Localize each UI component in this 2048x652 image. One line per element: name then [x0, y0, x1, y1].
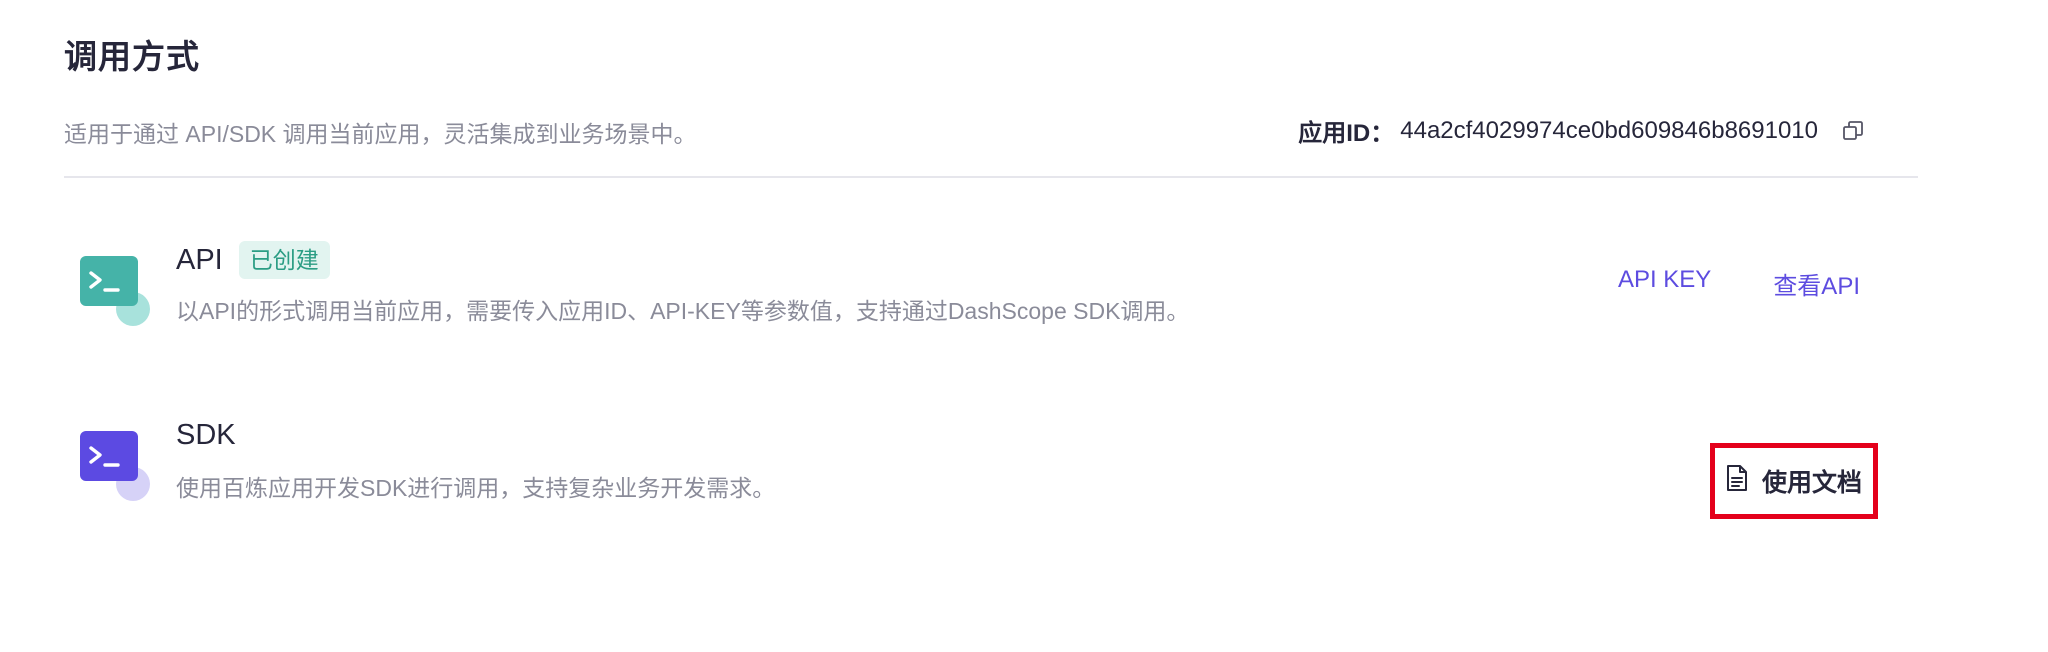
document-icon: [1726, 464, 1748, 499]
sdk-row: SDK 使用百炼应用开发SDK进行调用，支持复杂业务开发需求。: [78, 415, 1878, 525]
app-id-display: 应用ID： 44a2cf4029974ce0bd609846b8691010: [1298, 113, 1864, 148]
usage-docs-button[interactable]: 使用文档: [1710, 443, 1878, 519]
call-method-panel: 调用方式 适用于通过 API/SDK 调用当前应用，灵活集成到业务场景中。 应用…: [0, 0, 2048, 652]
api-row-actions: API KEY 查看API: [1618, 266, 1860, 301]
terminal-icon: [78, 429, 150, 501]
sdk-row-title: SDK: [176, 418, 236, 451]
status-badge: 已创建: [238, 241, 330, 279]
usage-docs-label: 使用文档: [1761, 469, 1862, 497]
api-key-button[interactable]: API KEY: [1618, 266, 1711, 301]
view-api-button[interactable]: 查看API: [1773, 266, 1860, 301]
api-row-body: API 已创建 以API的形式调用当前应用，需要传入应用ID、API-KEY等参…: [176, 240, 1189, 326]
sdk-row-body: SDK 使用百炼应用开发SDK进行调用，支持复杂业务开发需求。: [176, 415, 775, 503]
section-title: 调用方式: [64, 38, 200, 75]
app-id-value: 44a2cf4029974ce0bd609846b8691010: [1400, 116, 1818, 144]
api-row: API 已创建 以API的形式调用当前应用，需要传入应用ID、API-KEY等参…: [78, 240, 1878, 340]
terminal-icon: [78, 254, 150, 326]
sdk-row-description: 使用百炼应用开发SDK进行调用，支持复杂业务开发需求。: [176, 475, 776, 501]
api-row-title: API: [176, 243, 223, 276]
api-row-description: 以API的形式调用当前应用，需要传入应用ID、API-KEY等参数值，支持通过D…: [176, 298, 1190, 324]
section-description: 适用于通过 API/SDK 调用当前应用，灵活集成到业务场景中。: [64, 121, 697, 147]
app-id-label: 应用ID：: [1298, 120, 1395, 147]
copy-icon[interactable]: [1842, 120, 1864, 142]
section-divider: [64, 176, 1918, 178]
